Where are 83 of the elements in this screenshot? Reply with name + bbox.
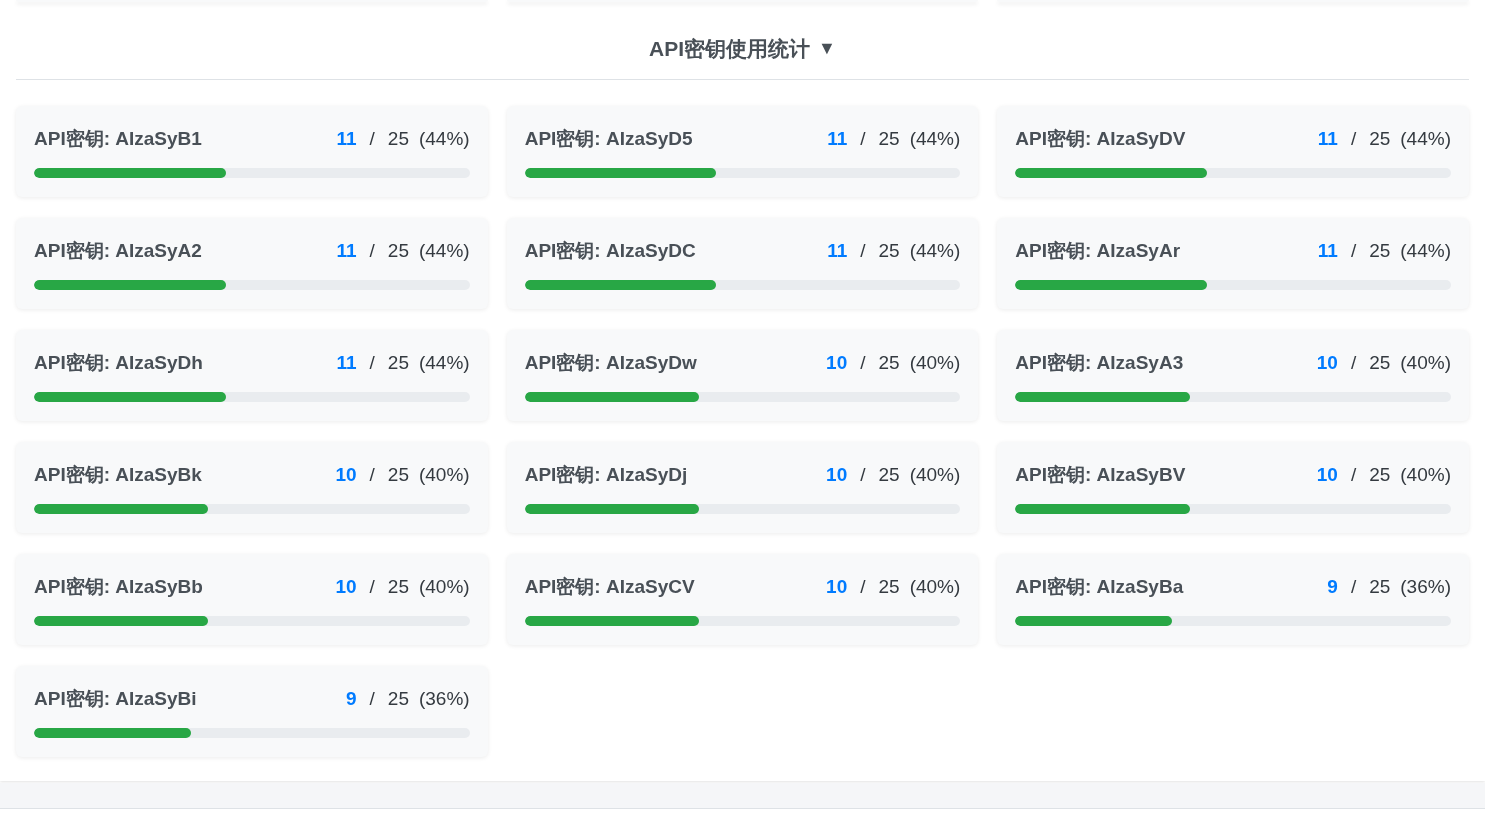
used-count: 9 (345, 687, 357, 712)
used-count: 11 (1317, 127, 1338, 152)
usage-percent: (36%) (418, 687, 470, 712)
separator: / (1350, 127, 1357, 152)
separator: / (860, 239, 866, 264)
used-count: 10 (335, 463, 357, 488)
usage-percent: (44%) (418, 239, 470, 264)
key-label: API密钥: AIzaSyDC (524, 239, 696, 264)
used-count: 11 (336, 127, 357, 152)
used-count: 10 (1316, 351, 1338, 376)
usage-percent: (40%) (1400, 351, 1451, 376)
key-label: API密钥: AIzaSyBi (34, 687, 197, 712)
usage-percent: (40%) (909, 351, 961, 376)
key-label: API密钥: AIzaSyCV (524, 575, 695, 600)
key-label: API密钥: AIzaSyB1 (34, 127, 202, 152)
separator: / (369, 351, 375, 376)
total-count: 25 (1369, 351, 1391, 376)
used-count: 11 (827, 239, 848, 264)
separator: / (860, 463, 866, 488)
used-count: 10 (826, 463, 848, 488)
usage-percent: (40%) (418, 575, 470, 600)
separator: / (1350, 575, 1357, 600)
separator: / (860, 127, 866, 152)
separator: / (369, 463, 375, 488)
usage-percent: (40%) (909, 463, 961, 488)
usage-percent: (36%) (1400, 575, 1451, 600)
total-count: 25 (1369, 127, 1391, 152)
separator: / (1350, 463, 1357, 488)
total-count: 25 (387, 239, 409, 264)
key-label: API密钥: AIzaSyDj (524, 463, 688, 488)
used-count: 10 (826, 351, 848, 376)
total-count: 25 (878, 575, 900, 600)
key-label: API密钥: AIzaSyA3 (1015, 351, 1184, 376)
separator: / (1350, 239, 1357, 264)
separator: / (369, 687, 375, 712)
key-label: API密钥: AIzaSyDw (524, 351, 697, 376)
usage-percent: (44%) (909, 239, 961, 264)
total-count: 25 (387, 687, 409, 712)
key-label: API密钥: AIzaSyBa (1015, 575, 1184, 600)
key-label: API密钥: AIzaSyA2 (34, 239, 202, 264)
key-label: API密钥: AIzaSyDh (34, 351, 203, 376)
section-toggle[interactable]: API密钥使用统计 ▼ (649, 33, 836, 65)
used-count: 11 (336, 239, 357, 264)
section-title: API密钥使用统计 (649, 36, 811, 62)
separator: / (860, 575, 866, 600)
total-count: 25 (878, 239, 900, 264)
total-count: 25 (878, 127, 900, 152)
separator: / (860, 351, 866, 376)
used-count: 9 (1327, 575, 1338, 600)
usage-percent: (40%) (909, 575, 961, 600)
used-count: 11 (827, 127, 848, 152)
total-count: 25 (1369, 239, 1391, 264)
total-count: 25 (387, 463, 409, 488)
total-count: 25 (387, 575, 409, 600)
usage-percent: (40%) (1400, 463, 1451, 488)
usage-percent: (40%) (418, 463, 470, 488)
usage-percent: (44%) (1400, 127, 1451, 152)
usage-percent: (44%) (909, 127, 961, 152)
used-count: 10 (1316, 463, 1338, 488)
caret-icon: ▼ (818, 35, 836, 63)
key-label: API密钥: AIzaSyD5 (524, 127, 693, 152)
key-label: API密钥: AIzaSyAr (1015, 239, 1181, 264)
total-count: 25 (387, 127, 409, 152)
separator: / (369, 575, 375, 600)
total-count: 25 (1369, 575, 1391, 600)
used-count: 11 (336, 351, 357, 376)
key-label: API密钥: AIzaSyDV (1015, 127, 1186, 152)
used-count: 10 (826, 575, 848, 600)
total-count: 25 (878, 351, 900, 376)
key-label: API密钥: AIzaSyBV (1015, 463, 1186, 488)
usage-percent: (44%) (418, 351, 470, 376)
usage-percent: (44%) (1400, 239, 1451, 264)
separator: / (1350, 351, 1357, 376)
key-label: API密钥: AIzaSyBk (34, 463, 202, 488)
usage-percent: (44%) (418, 127, 470, 152)
separator: / (369, 239, 375, 264)
separator: / (369, 127, 375, 152)
used-count: 10 (335, 575, 357, 600)
used-count: 11 (1317, 239, 1338, 264)
total-count: 25 (1369, 463, 1391, 488)
total-count: 25 (387, 351, 409, 376)
total-count: 25 (878, 463, 900, 488)
key-label: API密钥: AIzaSyBb (34, 575, 203, 600)
